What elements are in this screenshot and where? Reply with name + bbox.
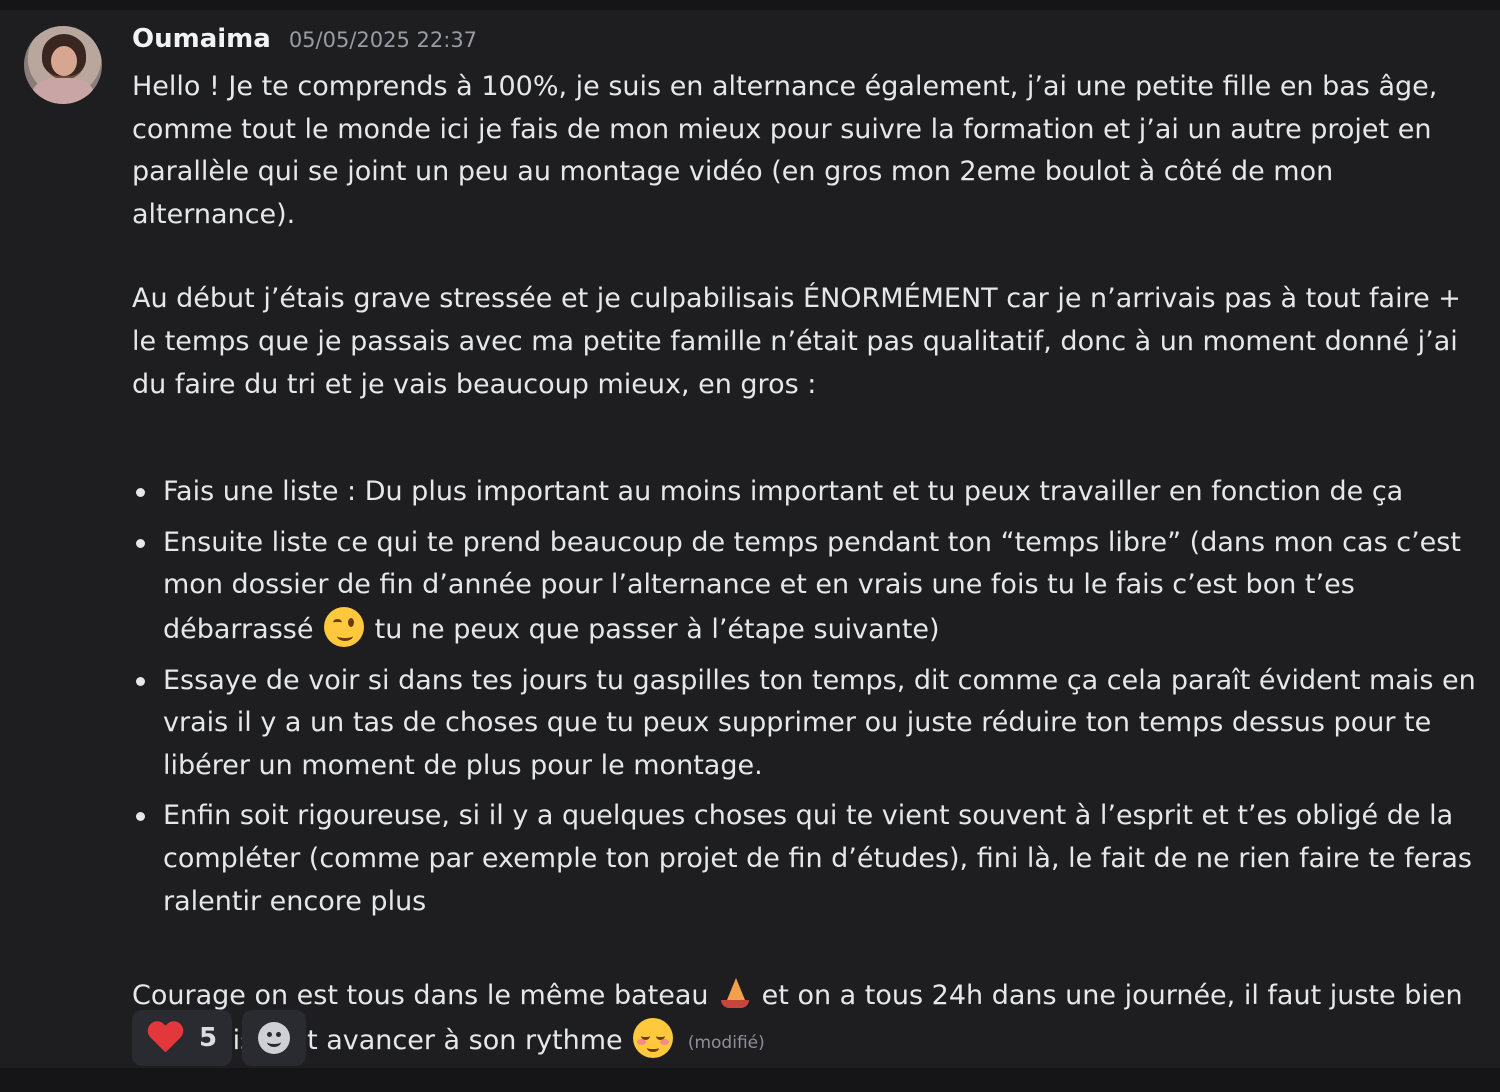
username[interactable]: Oumaima: [132, 24, 271, 54]
heart-reaction-button[interactable]: 5: [132, 1010, 232, 1066]
message-content: Hello ! Je te comprends à 100%, je suis …: [132, 66, 1482, 1064]
add-reaction-button[interactable]: [242, 1010, 306, 1066]
blushing-face-icon: [633, 1017, 674, 1058]
final-text-start: Courage on est tous dans le même bateau: [132, 980, 709, 1012]
list-item: Fais une liste : Du plus important au mo…: [132, 471, 1482, 514]
list-item-text: tu ne peux que passer à l’étape suivante…: [374, 613, 940, 645]
top-bar: [0, 0, 1500, 10]
chat-message: Oumaima 05/05/2025 22:37 Hello ! Je te c…: [0, 10, 1500, 1068]
list-item: Ensuite liste ce qui te prend beaucoup d…: [132, 522, 1482, 652]
edited-label: (modifié): [687, 1032, 765, 1053]
list-item: Essaye de voir si dans tes jours tu gasp…: [132, 660, 1482, 788]
reaction-bar: 5: [132, 1010, 306, 1066]
avatar[interactable]: [24, 26, 102, 104]
avatar-face: [51, 46, 77, 76]
paragraph-2: Au début j’étais grave stressée et je cu…: [132, 283, 1461, 400]
list-item-text: Fais une liste : Du plus important au mo…: [163, 476, 1404, 508]
message-header: Oumaima 05/05/2025 22:37: [132, 24, 477, 58]
paragraph-1: Hello ! Je te comprends à 100%, je suis …: [132, 71, 1438, 230]
bullet-list: Fais une liste : Du plus important au mo…: [132, 471, 1482, 923]
list-item-text: Essaye de voir si dans tes jours tu gasp…: [163, 664, 1476, 781]
timestamp: 05/05/2025 22:37: [288, 28, 478, 52]
heart-icon: [147, 1022, 183, 1054]
avatar-body: [32, 78, 94, 104]
paragraph-final: Courage on est tous dans le même bateau …: [132, 975, 1482, 1064]
add-reaction-icon: [258, 1022, 290, 1054]
list-item-text: Enfin soit rigoureuse, si il y a quelque…: [163, 800, 1472, 917]
reaction-count: 5: [198, 1023, 218, 1053]
winking-face-icon: [324, 606, 365, 647]
sailboat-icon: [719, 976, 751, 1010]
list-item: Enfin soit rigoureuse, si il y a quelque…: [132, 795, 1482, 923]
bottom-bar: [0, 1068, 1500, 1092]
